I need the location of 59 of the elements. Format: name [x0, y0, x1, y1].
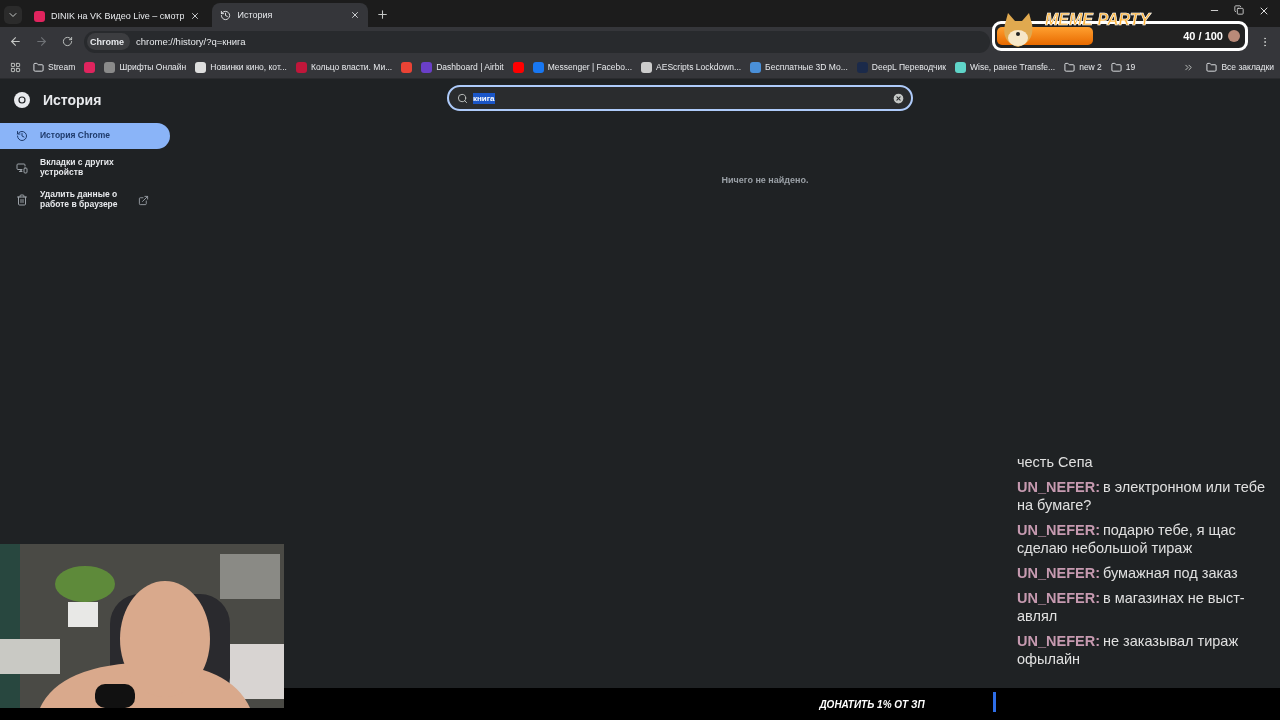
clear-icon[interactable]	[892, 91, 905, 105]
folder-icon	[33, 61, 44, 73]
chat-message: честь Сепа	[1017, 453, 1094, 471]
chat-message: UN_NEFER: бумажная под заказ	[1017, 564, 1239, 582]
close-icon[interactable]	[350, 10, 361, 20]
bookmark[interactable]: Бесплатные 3D Мо...	[750, 61, 848, 73]
tab-title: DINIK на VK Видео Live – смотр	[51, 11, 185, 21]
history-icon	[16, 130, 28, 142]
history-icon	[220, 9, 232, 21]
chat-message: UN_NEFER: в электронном или тебе на бумаге?	[1017, 478, 1266, 514]
close-icon[interactable]	[190, 11, 201, 21]
search-icon	[457, 92, 468, 104]
devices-icon	[16, 162, 28, 174]
site-icon	[34, 10, 45, 22]
close-icon[interactable]	[1258, 5, 1270, 17]
bookmark[interactable]: Кольцо власти. Ми...	[295, 61, 393, 73]
bookmark[interactable]: 19	[1110, 61, 1136, 73]
back-icon[interactable]	[8, 35, 22, 48]
donate-text: ДОНАТИТЬ 1% ОТ ЗП	[819, 698, 925, 710]
folder-icon	[1206, 61, 1218, 73]
tab-list-button[interactable]	[4, 6, 22, 24]
url-text: chrome://history/?q=книга	[136, 36, 246, 47]
nav-item[interactable]: История Chrome	[0, 123, 170, 149]
address-bar[interactable]: Chrome chrome://history/?q=книга	[84, 30, 990, 53]
tab-title: История	[237, 10, 274, 20]
search-value: книга	[473, 92, 495, 104]
avatar-icon	[1228, 30, 1240, 42]
bookmark[interactable]: Dashboard | Airbit	[421, 61, 504, 73]
bookmark[interactable]: DeepL Переводчик	[856, 61, 946, 73]
progress-count: 40 / 100	[1183, 30, 1223, 42]
browser-tab[interactable]: История	[212, 3, 369, 27]
restore-icon[interactable]	[1234, 5, 1244, 15]
bookmark[interactable]: Шрифты Онлайн	[104, 61, 187, 73]
bookmark[interactable]: Новинки кино, кот...	[195, 61, 287, 73]
new-tab-icon[interactable]	[376, 8, 390, 21]
page-title: История	[43, 92, 102, 108]
bookmark[interactable]: Все закладки	[1206, 61, 1274, 73]
bookmark[interactable]: Wise, ранее Transfe...	[955, 61, 1056, 73]
browser-tab[interactable]: DINIK на VK Видео Live – смотр	[26, 5, 209, 27]
folder-icon	[1064, 61, 1076, 73]
forward-icon[interactable]	[34, 35, 48, 48]
folder-icon	[1110, 61, 1122, 73]
nav-item[interactable]: Вкладки с других устройств	[0, 155, 170, 181]
trash-icon	[16, 194, 28, 206]
nav-item[interactable]: Удалить данные о работе в браузере	[0, 187, 170, 213]
search-field[interactable]: книга	[447, 85, 913, 111]
empty-message: Ничего не найдено.	[721, 175, 809, 185]
chat-message: UN_NEFER: в магазинах не выст-авлял	[1017, 589, 1246, 625]
apps-icon[interactable]	[9, 61, 21, 73]
reload-icon[interactable]	[61, 36, 73, 47]
bookmark[interactable]: AEScripts Lockdown...	[641, 61, 742, 73]
bookmark[interactable]: Messenger | Facebo...	[532, 61, 633, 73]
bookmark[interactable]: new 2	[1064, 61, 1102, 73]
chat-message: UN_NEFER: не заказывал тираж офылайн	[1017, 632, 1240, 668]
chat-message: UN_NEFER: подарю тебе, я щас сделаю небольшой тираж	[1017, 521, 1237, 557]
site-chip[interactable]: Chrome	[87, 33, 130, 50]
bookmark[interactable]: Stream	[33, 61, 76, 73]
external-link-icon	[138, 194, 149, 206]
chrome-logo	[14, 92, 30, 108]
